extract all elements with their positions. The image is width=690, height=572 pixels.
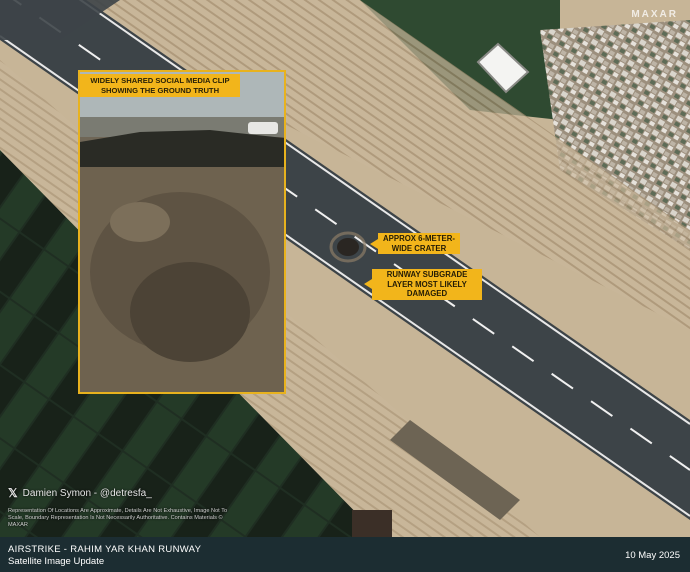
footer-bar: AIRSTRIKE - RAHIM YAR KHAN RUNWAY Satell… [0,537,690,572]
inset-label: WIDELY SHARED SOCIAL MEDIA CLIP SHOWING … [80,74,240,98]
x-logo-icon: 𝕏 [8,486,18,500]
image-scene: WIDELY SHARED SOCIAL MEDIA CLIP SHOWING … [0,0,690,572]
credit-text: Damien Symon - @detresfa_ [22,487,152,499]
author-credit: 𝕏 Damien Symon - @detresfa_ [8,486,152,500]
social-media-clip-inset [78,70,286,394]
subgrade-callout: RUNWAY SUBGRADE LAYER MOST LIKELY DAMAGE… [364,269,482,300]
ground-photo [80,72,284,392]
footer-subtitle: Satellite Image Update [8,556,105,567]
maxar-watermark: MAXAR [631,9,678,20]
footer-title: AIRSTRIKE - RAHIM YAR KHAN RUNWAY [8,544,202,555]
crater-callout: APPROX 6-METER-WIDE CRATER [370,233,460,255]
crater [337,238,359,256]
debris [110,202,170,242]
structure [352,510,392,537]
disclaimer: Representation Of Locations Are Approxim… [8,508,228,529]
footer-date: 10 May 2025 [625,550,680,561]
vehicle [248,122,278,134]
crater-bottom [130,262,250,362]
